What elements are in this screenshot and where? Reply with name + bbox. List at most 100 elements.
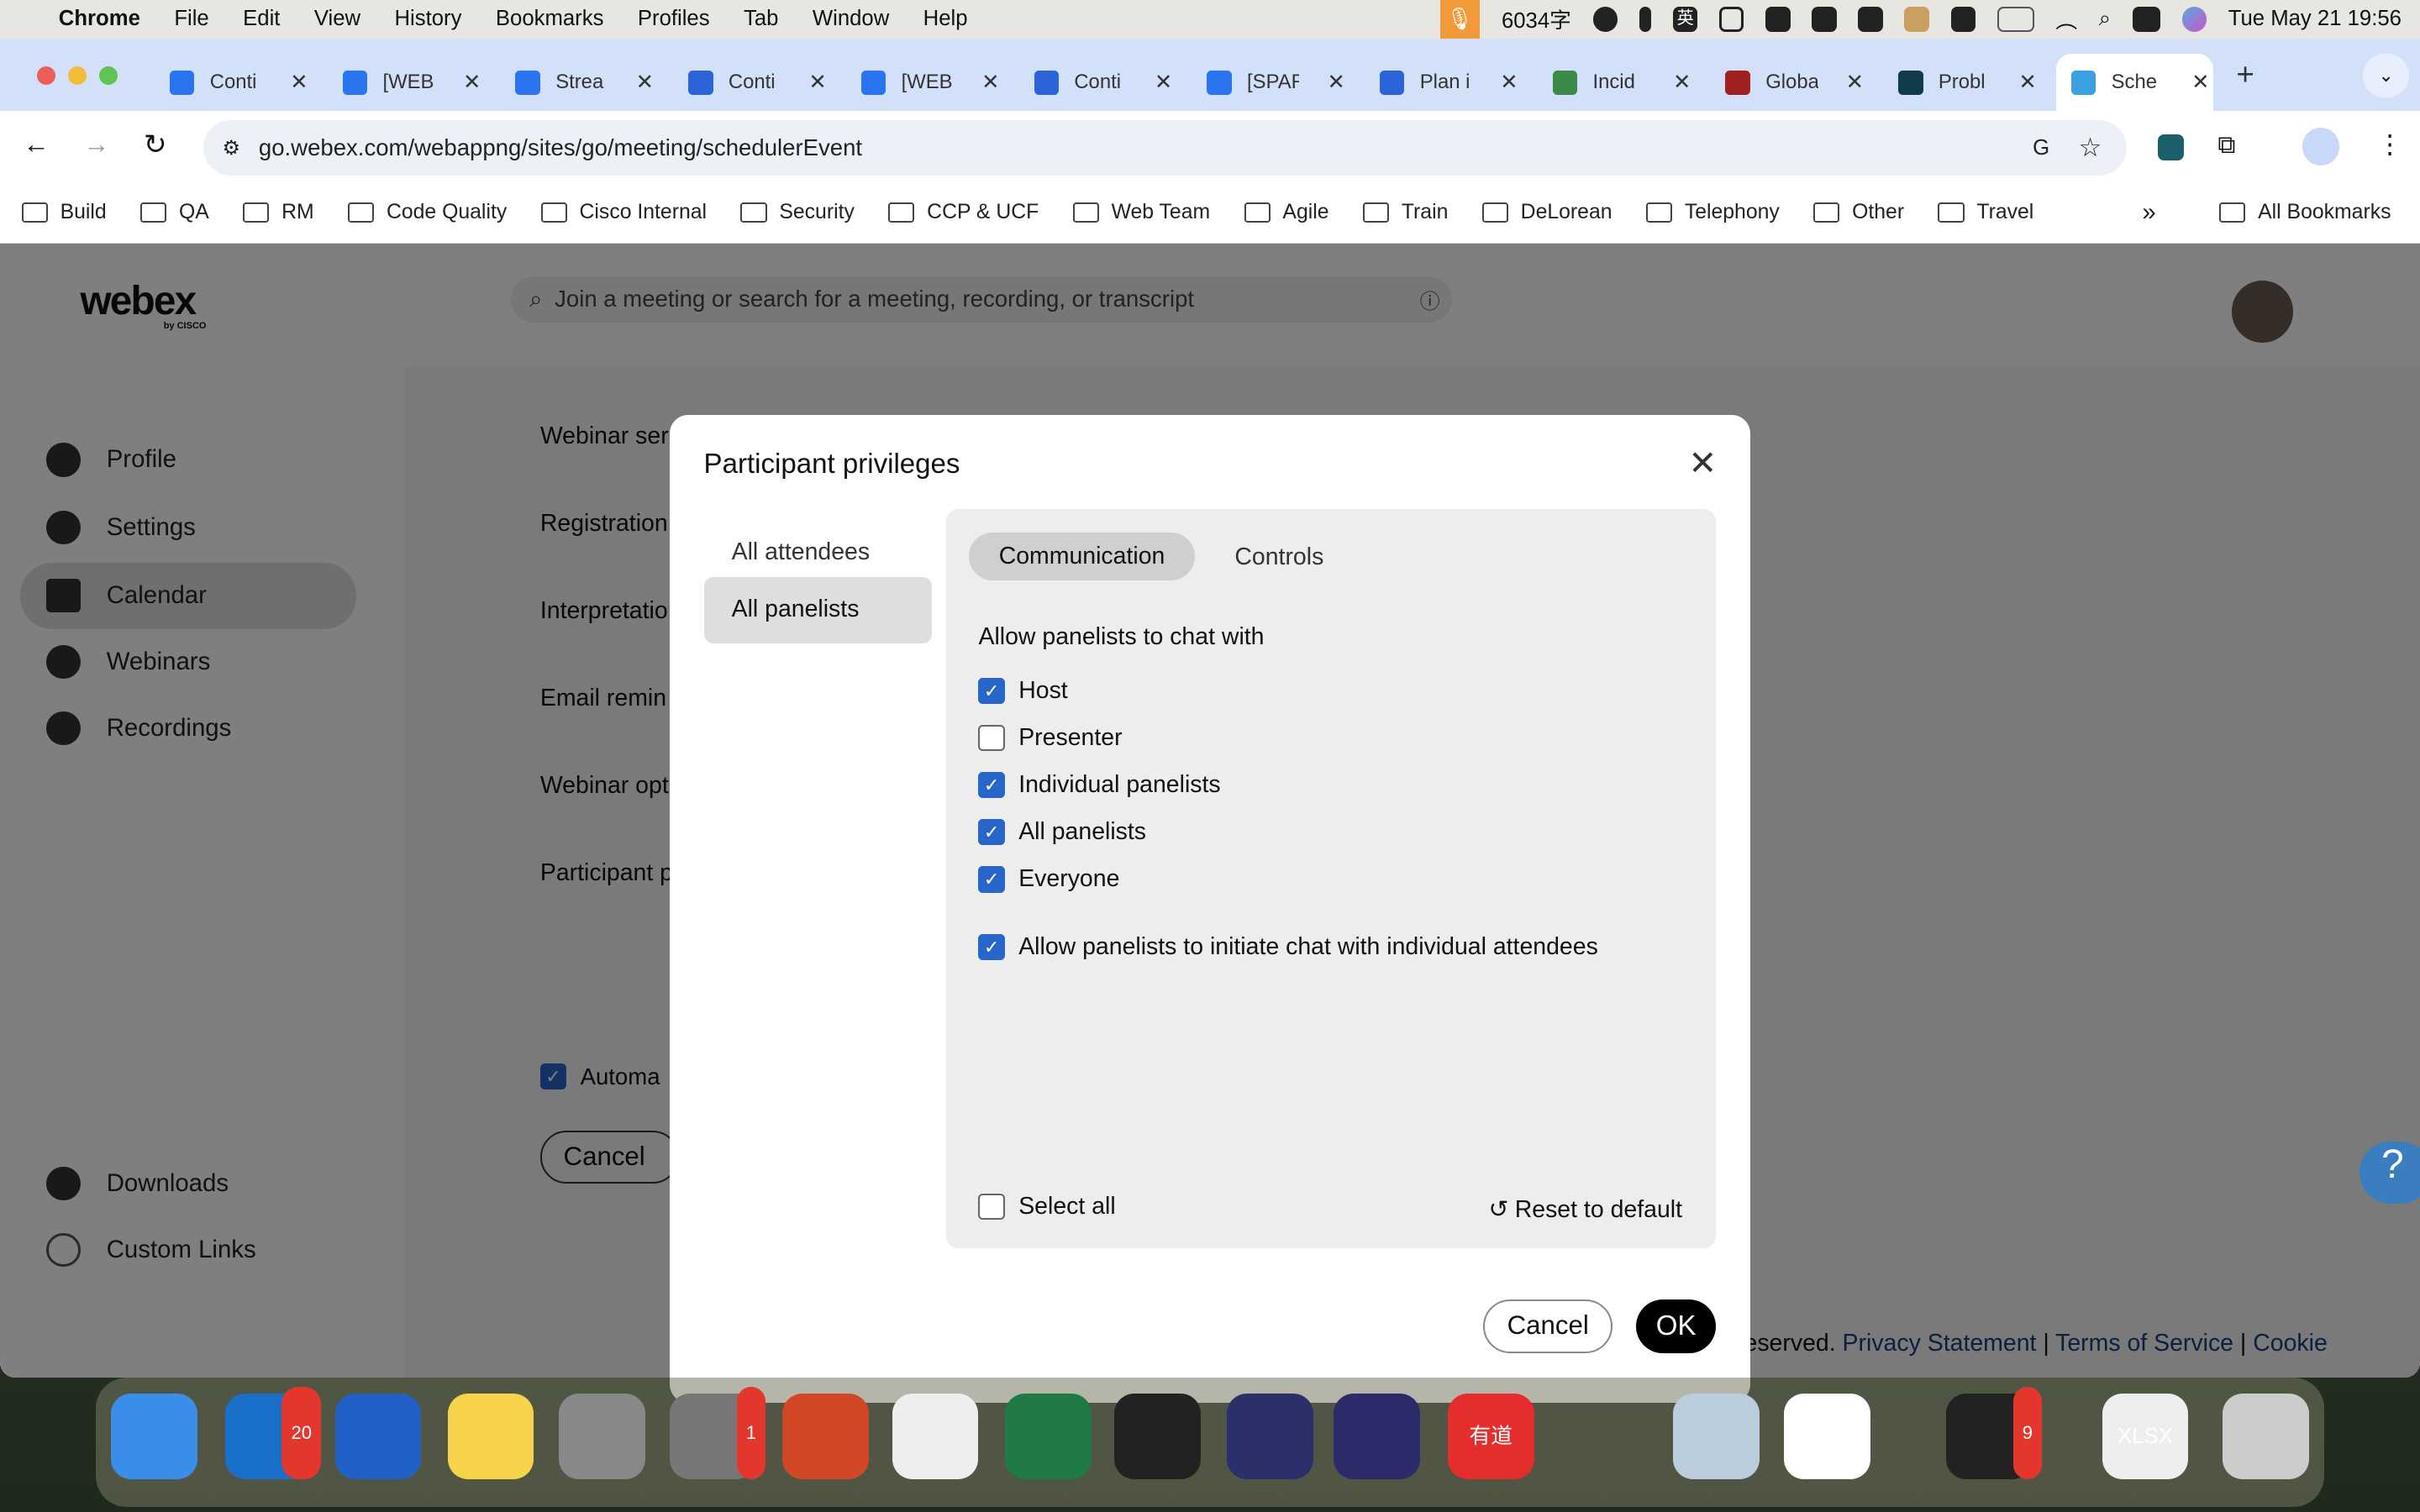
- initiate-chat-checkbox[interactable]: ✓ Allow panelists to initiate chat with i…: [978, 933, 1598, 961]
- d-app-icon[interactable]: [1858, 7, 1883, 32]
- help-button[interactable]: ?: [2360, 1142, 2420, 1204]
- dock-system-settings-icon[interactable]: 1: [670, 1387, 765, 1480]
- dialog-cancel-button[interactable]: Cancel: [1483, 1299, 1613, 1353]
- dock-eclipse-icon[interactable]: [1333, 1393, 1420, 1480]
- close-window-button[interactable]: [37, 66, 56, 85]
- minimize-window-button[interactable]: [67, 66, 87, 85]
- reload-button[interactable]: ↻: [144, 128, 167, 161]
- menu-tab[interactable]: Tab: [744, 7, 778, 31]
- role-all-attendees[interactable]: All attendees: [704, 523, 933, 579]
- browser-tab[interactable]: Conti ✕: [1018, 54, 1188, 111]
- battery-icon[interactable]: [1996, 7, 2034, 32]
- bookmark-folder[interactable]: Security: [740, 201, 855, 224]
- menu-file[interactable]: File: [174, 7, 208, 31]
- menu-history[interactable]: History: [395, 7, 462, 31]
- bookmark-folder[interactable]: Code Quality: [348, 201, 507, 224]
- option-checkbox[interactable]: ✓ All panelists: [978, 818, 1146, 846]
- tab-communication[interactable]: Communication: [969, 532, 1195, 580]
- option-checkbox[interactable]: ✓ Host: [978, 677, 1068, 705]
- menu-view[interactable]: View: [314, 7, 360, 31]
- microphone-icon[interactable]: 🎙: [1439, 0, 1481, 39]
- chrome-menu-icon[interactable]: ⋮: [2377, 129, 2403, 160]
- dock-powerpoint-icon[interactable]: [782, 1393, 870, 1480]
- close-tab-icon[interactable]: ✕: [808, 70, 827, 95]
- bookmark-folder[interactable]: Agile: [1244, 201, 1329, 224]
- browser-tab[interactable]: [WEB ✕: [846, 54, 1016, 111]
- tab-controls[interactable]: Controls: [1234, 543, 1323, 571]
- site-info-icon[interactable]: ⚙: [222, 136, 239, 160]
- address-bar[interactable]: ⚙ go.webex.com/webappng/sites/go/meeting…: [203, 120, 2127, 176]
- close-icon[interactable]: ✕: [1688, 443, 1717, 483]
- bookmark-folder[interactable]: Build: [21, 201, 107, 224]
- bookmark-folder[interactable]: Train: [1362, 201, 1448, 224]
- browser-tab[interactable]: Conti ✕: [155, 54, 324, 111]
- browser-tab[interactable]: Globa ✕: [1710, 54, 1880, 111]
- option-checkbox[interactable]: ✓ Individual panelists: [978, 771, 1221, 799]
- bookmark-folder[interactable]: Travel: [1938, 201, 2033, 224]
- dock-preview-icon[interactable]: [1673, 1393, 1760, 1480]
- bookmark-folder[interactable]: Web Team: [1072, 201, 1210, 224]
- more-bookmarks-chevron-icon[interactable]: »: [2142, 198, 2155, 227]
- close-tab-icon[interactable]: ✕: [2018, 70, 2037, 95]
- siri-icon[interactable]: [2181, 7, 2207, 32]
- dock-launchpad-icon[interactable]: [558, 1393, 645, 1480]
- new-tab-button[interactable]: +: [2236, 57, 2254, 92]
- bookmark-folder[interactable]: RM: [243, 201, 314, 224]
- bookmark-folder[interactable]: CCP & UCF: [888, 201, 1039, 224]
- browser-tab[interactable]: Plan i ✕: [1365, 54, 1534, 111]
- menu-window[interactable]: Window: [813, 7, 889, 31]
- dock-vpn-icon[interactable]: [1784, 1393, 1871, 1480]
- s-app-icon[interactable]: [1950, 7, 1975, 32]
- clock[interactable]: Tue May 21 19:56: [2228, 7, 2402, 31]
- browser-tab[interactable]: Strea ✕: [500, 54, 670, 111]
- close-tab-icon[interactable]: ✕: [2191, 70, 2210, 95]
- dock-webex-icon[interactable]: 9: [1946, 1387, 2042, 1480]
- input-method-icon[interactable]: 英: [1673, 7, 1698, 32]
- bookmark-folder[interactable]: Other: [1813, 201, 1904, 224]
- menu-profiles[interactable]: Profiles: [638, 7, 710, 31]
- close-tab-icon[interactable]: ✕: [1328, 70, 1346, 95]
- outlook-status-icon[interactable]: [1765, 7, 1791, 32]
- reset-to-default-button[interactable]: ↺ Reset to default: [1489, 1195, 1683, 1224]
- select-all-checkbox[interactable]: Select all: [978, 1193, 1116, 1221]
- role-all-panelists[interactable]: All panelists: [703, 576, 933, 643]
- close-tab-icon[interactable]: ✕: [290, 70, 308, 95]
- close-tab-icon[interactable]: ✕: [1846, 70, 1865, 95]
- extensions-puzzle-icon[interactable]: ⧉: [2217, 131, 2235, 160]
- ok-button[interactable]: OK: [1635, 1299, 1717, 1353]
- dock-terminal-icon[interactable]: [1114, 1393, 1201, 1480]
- zoom-window-button[interactable]: [98, 66, 118, 85]
- dock-trash-icon[interactable]: [2222, 1393, 2309, 1480]
- bookmark-folder[interactable]: QA: [140, 201, 209, 224]
- browser-tab[interactable]: [WEB ✕: [327, 54, 497, 111]
- dock-finder-icon[interactable]: [111, 1393, 198, 1480]
- bookmark-star-icon[interactable]: ☆: [2079, 133, 2102, 163]
- smiley-icon[interactable]: [1592, 7, 1618, 32]
- close-tab-icon[interactable]: ✕: [1673, 70, 1691, 95]
- close-tab-icon[interactable]: ✕: [636, 70, 655, 95]
- browser-tab[interactable]: Probl ✕: [1883, 54, 2053, 111]
- back-button[interactable]: ←: [24, 129, 50, 160]
- wifi-icon[interactable]: ︵: [2055, 3, 2077, 34]
- forward-button[interactable]: →: [83, 129, 109, 160]
- menu-bookmarks[interactable]: Bookmarks: [496, 7, 604, 31]
- translate-icon[interactable]: G: [2033, 136, 2049, 160]
- dock-word-icon[interactable]: [334, 1393, 422, 1480]
- search-icon[interactable]: ⌕: [2099, 7, 2111, 32]
- tab-search-button[interactable]: ⌄: [2363, 54, 2410, 97]
- all-bookmarks[interactable]: All Bookmarks: [2219, 201, 2391, 224]
- close-tab-icon[interactable]: ✕: [1155, 70, 1173, 95]
- dock-xlsx-file-icon[interactable]: XLSX: [2102, 1393, 2189, 1480]
- bookmark-folder[interactable]: DeLorean: [1481, 201, 1612, 224]
- dock-outlook-icon[interactable]: 20: [225, 1387, 322, 1480]
- dock-excel-icon[interactable]: [1004, 1393, 1092, 1480]
- menu-help[interactable]: Help: [923, 7, 968, 31]
- dock-help-icon[interactable]: [1560, 1394, 1647, 1480]
- c-app-icon[interactable]: [1812, 7, 1837, 32]
- extension-icon[interactable]: [2157, 134, 2184, 160]
- profile-avatar-icon[interactable]: [2302, 128, 2340, 165]
- browser-tab[interactable]: [SPAR ✕: [1192, 54, 1361, 111]
- option-checkbox[interactable]: Presenter: [978, 724, 1123, 752]
- dock-youdao-icon[interactable]: 有道: [1447, 1393, 1534, 1480]
- menu-edit[interactable]: Edit: [243, 7, 280, 31]
